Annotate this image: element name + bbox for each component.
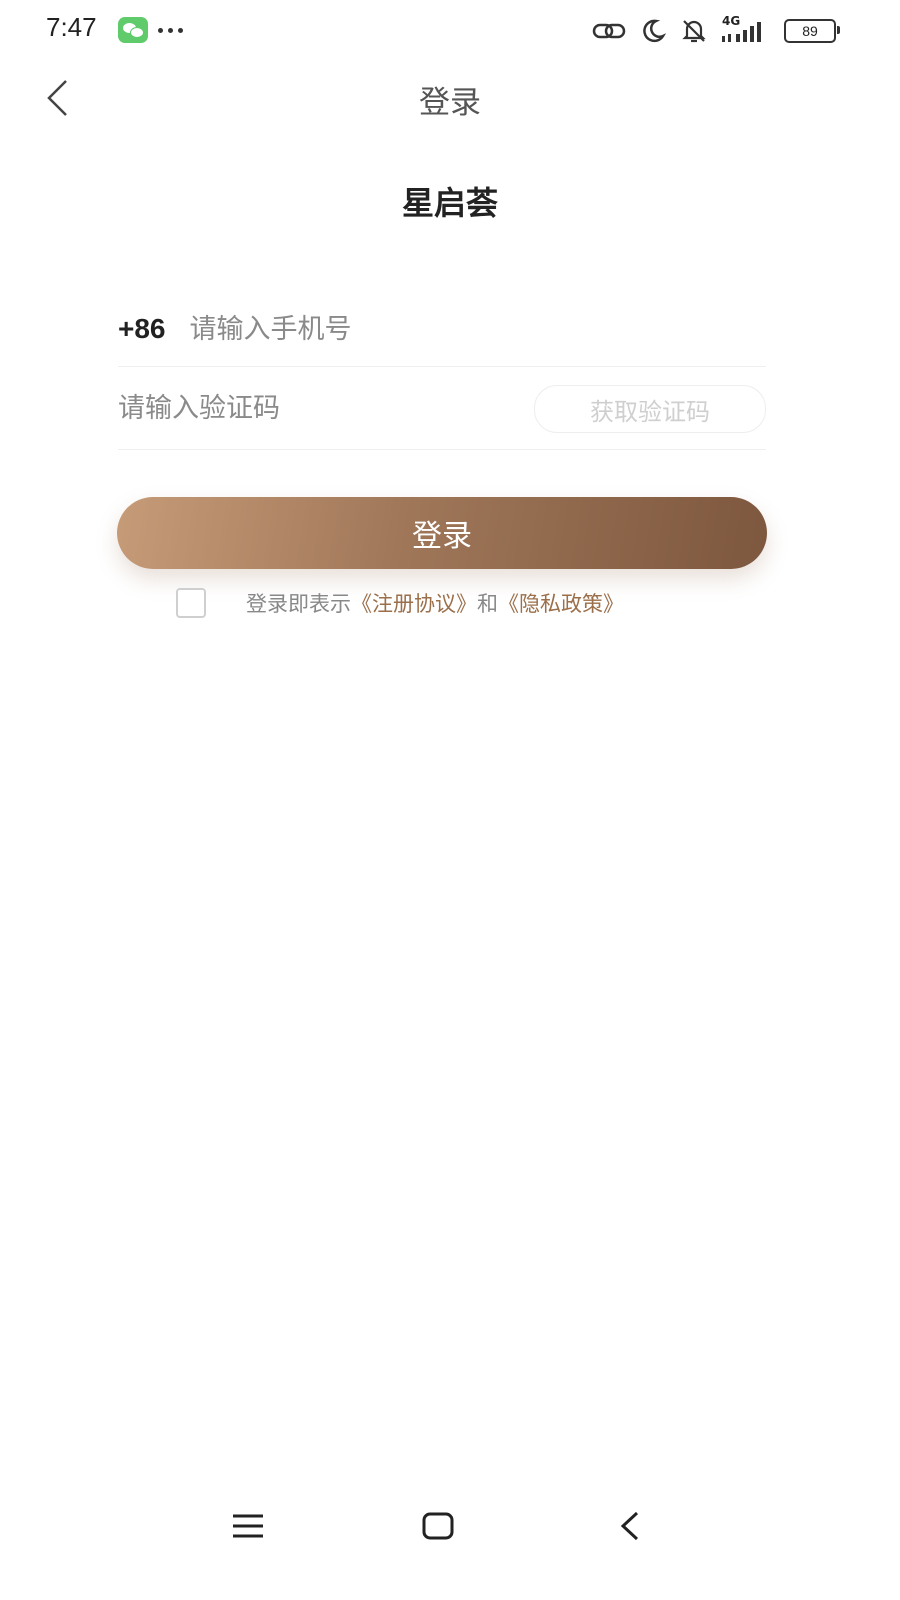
status-time: 7:47: [46, 12, 97, 42]
menu-icon: [233, 1514, 263, 1538]
signal-icon: 4G: [722, 15, 770, 46]
wechat-notification-icon: [118, 17, 148, 43]
battery-level: 89: [802, 23, 818, 39]
agreement-row: 登录即表示 《注册协议》 和 《隐私政策》: [176, 588, 624, 618]
phone-input[interactable]: [189, 313, 766, 345]
agreement-conjunction: 和: [477, 592, 498, 616]
system-back-button[interactable]: [608, 1504, 652, 1548]
brand-title: 星启荟: [401, 184, 498, 222]
battery-icon: 89: [784, 19, 840, 43]
login-form: +86 获取验证码: [118, 292, 766, 450]
agreement-checkbox[interactable]: [176, 588, 206, 618]
more-notifications-icon: [158, 28, 186, 34]
nav-bar: 登录: [0, 62, 900, 132]
phone-row: +86: [118, 292, 766, 367]
terms-link[interactable]: 《注册协议》: [351, 588, 477, 618]
moon-icon: [640, 16, 666, 46]
back-arrow-icon: [620, 1511, 639, 1541]
privacy-link[interactable]: 《隐私政策》: [498, 588, 624, 618]
home-button[interactable]: [416, 1504, 460, 1548]
menu-button[interactable]: [226, 1504, 270, 1548]
login-button[interactable]: 登录: [117, 497, 767, 569]
status-icons: 4G 89: [592, 14, 840, 48]
system-nav-bar: [0, 1490, 900, 1560]
status-bar: 7:47 4G 89: [0, 0, 900, 62]
get-code-button[interactable]: 获取验证码: [534, 385, 766, 433]
link-icon: [592, 16, 626, 46]
country-code[interactable]: +86: [118, 313, 166, 345]
mute-bell-icon: [680, 16, 708, 46]
page-title: 登录: [419, 85, 481, 121]
code-row: 获取验证码: [118, 367, 766, 450]
agreement-prefix: 登录即表示: [246, 592, 351, 616]
home-square-icon: [422, 1512, 454, 1540]
